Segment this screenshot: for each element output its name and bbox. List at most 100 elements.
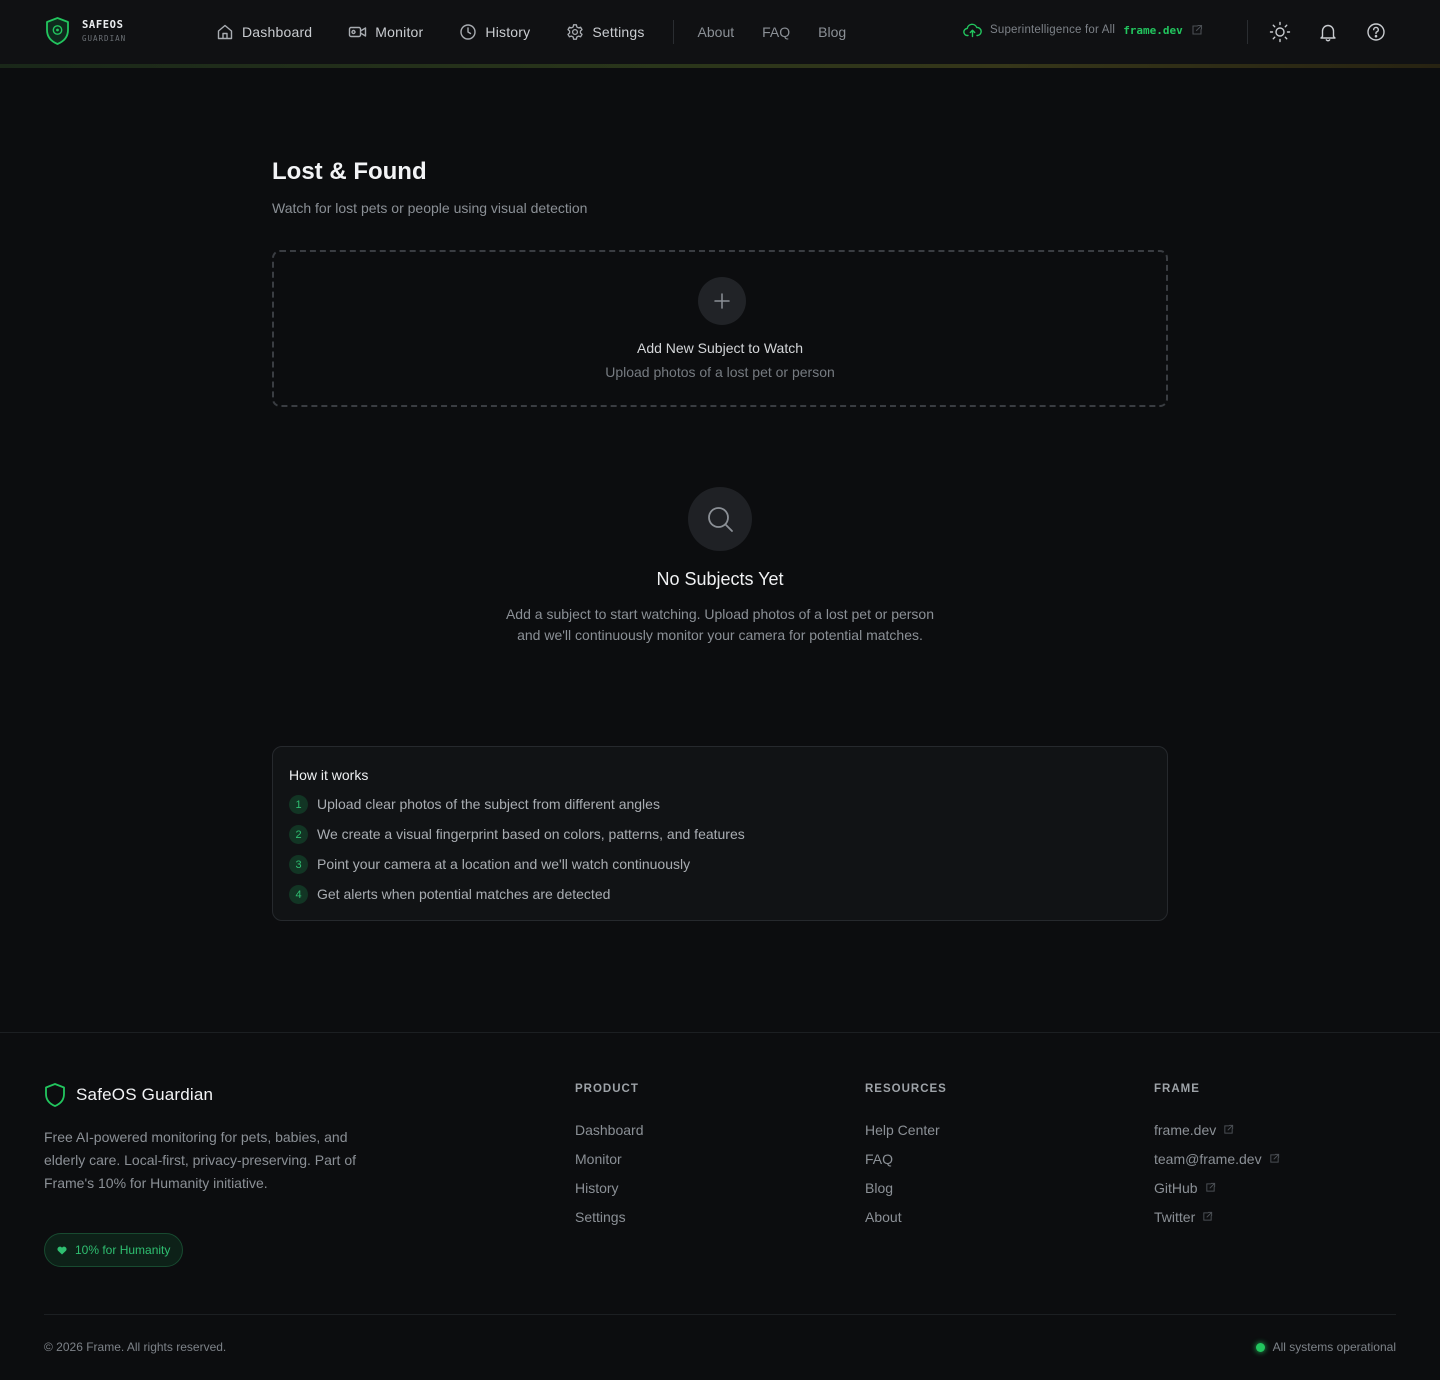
external-link-icon (1202, 1211, 1213, 1222)
nav-link-faq[interactable]: FAQ (762, 24, 790, 40)
home-icon (216, 23, 234, 41)
add-subject-subtitle: Upload photos of a lost pet or person (605, 364, 835, 380)
footer-column-title: FRAME (1154, 1083, 1200, 1095)
main-nav: Dashboard Monitor History Settings About… (216, 20, 874, 44)
nav-item-history[interactable]: History (459, 23, 530, 41)
footer-link[interactable]: Blog (865, 1173, 947, 1202)
search-icon (705, 504, 735, 534)
footer-link-label: team@frame.dev (1154, 1150, 1262, 1167)
footer-brand: SafeOS Guardian (44, 1082, 213, 1108)
empty-state-description: Add a subject to start watching. Upload … (505, 606, 935, 643)
nav-label: Dashboard (242, 24, 313, 40)
nav-label: History (485, 24, 531, 40)
external-link-icon (1223, 1124, 1234, 1135)
footer-link[interactable]: Dashboard (575, 1115, 644, 1144)
footer-link[interactable]: GitHub (1154, 1173, 1280, 1202)
status-text: All systems operational (1272, 1340, 1396, 1354)
nav-divider (672, 20, 674, 44)
brand-name: SAFEOS (82, 19, 124, 31)
add-subject-card[interactable]: Add New Subject to Watch Upload photos o… (272, 250, 1168, 407)
add-subject-title: Add New Subject to Watch (636, 340, 803, 356)
step-number: 2 (289, 825, 308, 844)
notifications-button[interactable] (1316, 20, 1340, 44)
tagline-text: Superintelligence for All (990, 24, 1116, 36)
how-it-works-step: 1 Upload clear photos of the subject fro… (289, 793, 660, 814)
footer-link-label: Dashboard (575, 1121, 644, 1138)
clock-icon (459, 23, 477, 41)
shield-icon (44, 1082, 66, 1108)
nav-link-about[interactable]: About (698, 24, 735, 40)
brand-subtitle: GUARDIAN (82, 33, 127, 43)
footer-brand-name: SafeOS Guardian (76, 1085, 214, 1104)
nav-label: Monitor (375, 24, 424, 40)
empty-state-icon-container (688, 487, 752, 551)
gear-icon (566, 23, 584, 41)
copyright: © 2026 Frame. All rights reserved. (44, 1340, 227, 1354)
footer-description: Free AI-powered monitoring for pets, bab… (44, 1129, 356, 1191)
footer-link[interactable]: team@frame.dev (1154, 1144, 1280, 1173)
add-subject-button[interactable] (698, 277, 746, 325)
nav-item-monitor[interactable]: Monitor (348, 23, 423, 41)
nav-link-blog[interactable]: Blog (818, 24, 846, 40)
plus-icon (712, 291, 732, 311)
system-status: All systems operational (1255, 1340, 1396, 1354)
nav-label: Settings (592, 24, 645, 40)
step-text: Point your camera at a location and we'l… (317, 855, 691, 872)
external-link-icon (1205, 1182, 1216, 1193)
footer-link[interactable]: Monitor (575, 1144, 644, 1173)
footer-link-label: frame.dev (1154, 1121, 1217, 1138)
footer-link-label: Settings (575, 1208, 626, 1225)
footer-link[interactable]: frame.dev (1154, 1115, 1280, 1144)
help-button[interactable] (1364, 20, 1388, 44)
footer-link-label: FAQ (865, 1150, 894, 1167)
footer-divider (0, 1032, 1440, 1033)
step-number: 1 (289, 795, 308, 814)
humanity-badge[interactable]: 10% for Humanity (44, 1233, 184, 1267)
step-number: 4 (289, 885, 308, 904)
status-indicator (1255, 1342, 1265, 1352)
how-it-works-step: 2 We create a visual fingerprint based o… (289, 823, 745, 844)
external-link-icon (1191, 24, 1203, 36)
footer-link[interactable]: About (865, 1202, 947, 1231)
video-camera-icon (348, 23, 367, 41)
brand-logo[interactable]: SAFEOS GUARDIAN (44, 16, 126, 46)
page-subtitle: Watch for lost pets or people using visu… (272, 200, 588, 216)
nav-item-settings[interactable]: Settings (566, 23, 644, 41)
cloud-upload-icon (963, 22, 982, 38)
external-link-icon (1269, 1153, 1280, 1164)
step-text: Upload clear photos of the subject from … (317, 795, 660, 812)
footer-column-product: PRODUCT Dashboard Monitor History Settin… (575, 1083, 644, 1231)
nav-item-dashboard[interactable]: Dashboard (216, 23, 312, 41)
badge-label: 10% for Humanity (75, 1243, 171, 1257)
heart-icon (57, 1246, 67, 1255)
footer-link[interactable]: FAQ (865, 1144, 947, 1173)
footer-link-label: History (575, 1179, 619, 1196)
footer-bottom-divider (44, 1314, 1396, 1315)
tagline[interactable]: Superintelligence for All frame.dev (963, 22, 1203, 38)
top-navigation-bar: SAFEOS GUARDIAN Dashboard Monitor Histor… (0, 0, 1440, 64)
step-text: We create a visual fingerprint based on … (317, 825, 745, 842)
header-accent-line (0, 64, 1440, 68)
tagline-link[interactable]: frame.dev (1123, 24, 1183, 37)
footer-link[interactable]: Settings (575, 1202, 644, 1231)
header-divider (1247, 20, 1248, 44)
page-title: Lost & Found (272, 158, 427, 185)
footer-column-resources: RESOURCES Help Center FAQ Blog About (865, 1083, 947, 1231)
footer-link[interactable]: Help Center (865, 1115, 947, 1144)
footer-link[interactable]: Twitter (1154, 1202, 1280, 1231)
footer-column-title: PRODUCT (575, 1083, 639, 1095)
shield-icon (44, 16, 71, 46)
step-number: 3 (289, 855, 308, 874)
how-it-works-step: 4 Get alerts when potential matches are … (289, 883, 610, 904)
theme-toggle-button[interactable] (1268, 20, 1292, 44)
step-text: Get alerts when potential matches are de… (317, 885, 611, 902)
footer-link-label: Monitor (575, 1150, 622, 1167)
empty-state-title: No Subjects Yet (656, 569, 784, 589)
footer-column-frame: FRAME frame.dev team@frame.dev GitHub Tw… (1154, 1083, 1280, 1231)
sun-icon (1269, 21, 1291, 43)
how-it-works-card: How it works 1 Upload clear photos of th… (272, 746, 1168, 921)
footer-link[interactable]: History (575, 1173, 644, 1202)
footer-link-label: About (865, 1208, 902, 1225)
footer-link-label: Blog (865, 1179, 894, 1196)
how-it-works-step: 3 Point your camera at a location and we… (289, 853, 690, 874)
